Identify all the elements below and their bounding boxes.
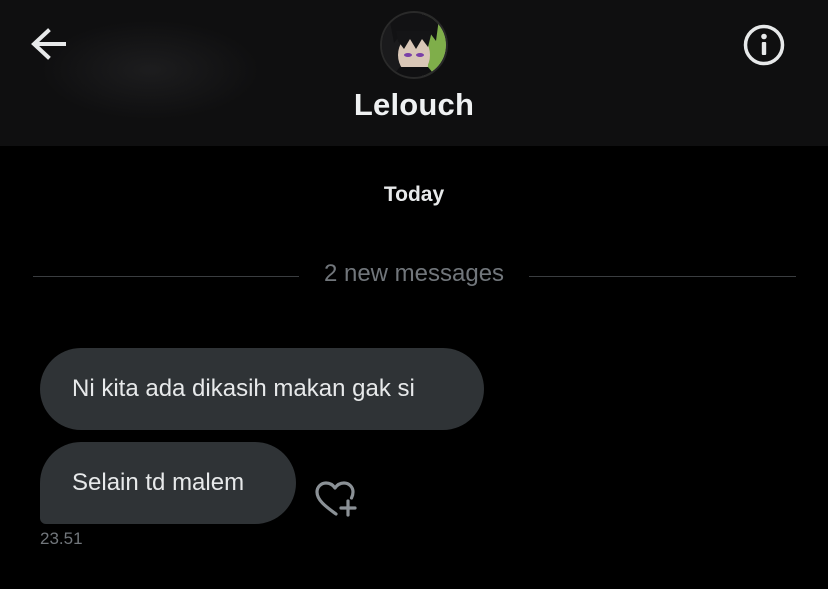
- message-timestamp: 23.51: [40, 529, 83, 548]
- contact-name: Lelouch: [353, 87, 475, 122]
- contact-avatar[interactable]: [380, 11, 448, 79]
- divider-line: [529, 276, 796, 277]
- date-separator: Today: [383, 183, 445, 206]
- new-messages-divider: 2 new messages: [33, 259, 796, 289]
- divider-line: [33, 276, 299, 277]
- back-button[interactable]: [26, 24, 72, 64]
- info-circle-icon: [743, 24, 785, 66]
- heart-plus-icon: [315, 481, 357, 517]
- conversation-header: Lelouch: [0, 0, 828, 146]
- add-reaction-button[interactable]: [314, 480, 360, 520]
- info-button[interactable]: [740, 22, 788, 68]
- arrow-left-icon: [31, 28, 66, 60]
- profile-avatar: [380, 11, 448, 79]
- new-messages-label: 2 new messages: [323, 260, 505, 287]
- message-bubble[interactable]: Ni kita ada dikasih makan gak si: [40, 348, 484, 430]
- message-bubble[interactable]: Selain td malem: [40, 442, 296, 524]
